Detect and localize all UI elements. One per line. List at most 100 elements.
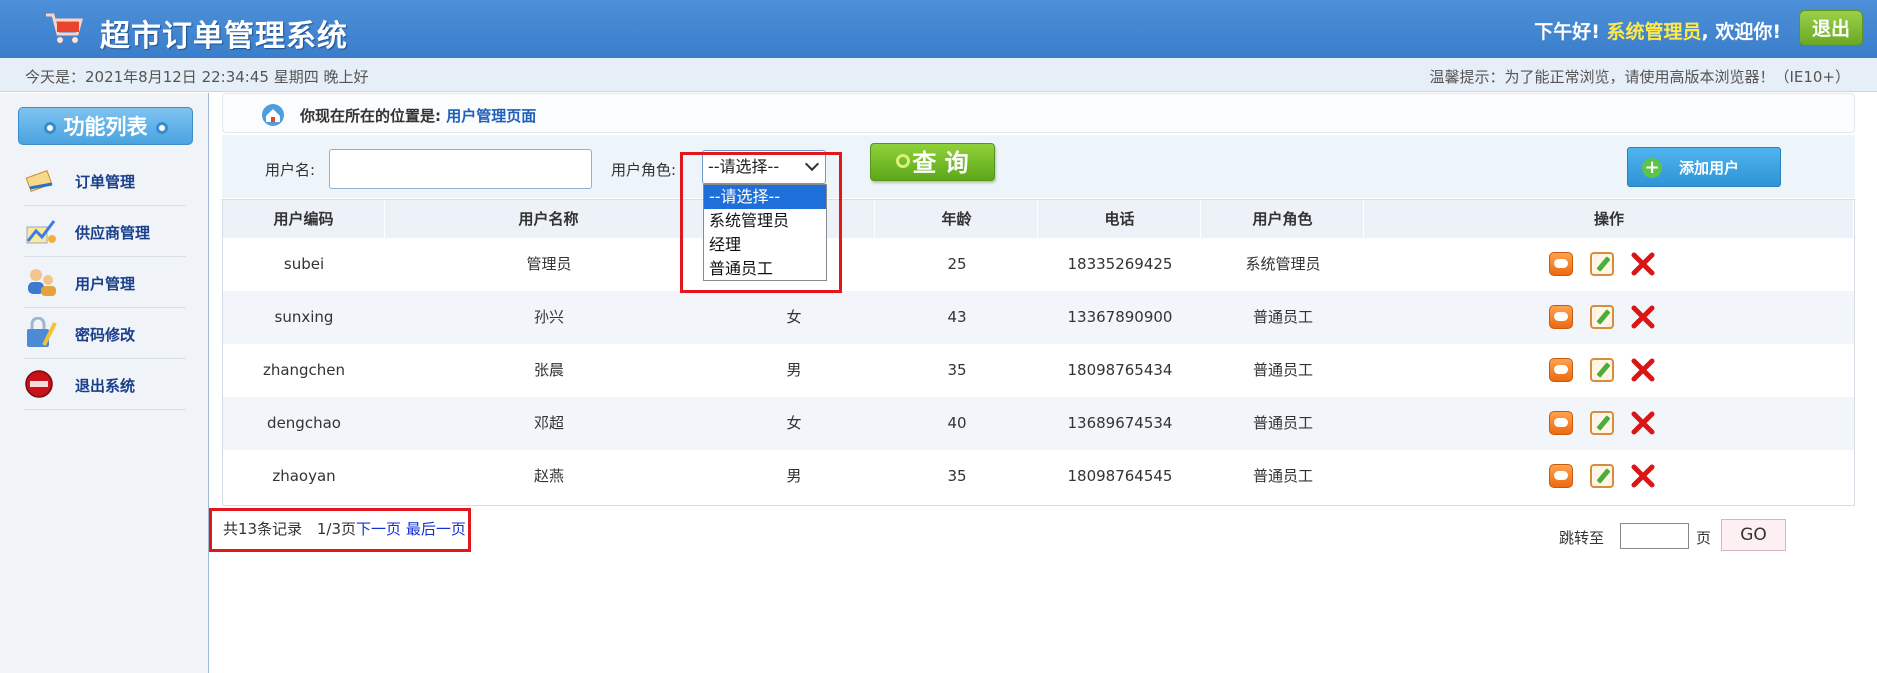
pagination-info: 共13条记录 1/3页下一页 最后一页	[223, 518, 466, 539]
cell-code: dengchao	[267, 414, 341, 432]
sidebar-item-providers[interactable]: 供应商管理	[24, 206, 186, 257]
role-select[interactable]: --请选择--	[702, 150, 826, 184]
delete-icon[interactable]	[1631, 252, 1655, 276]
column-header-phone: 电话	[1039, 200, 1201, 238]
next-page-link[interactable]: 下一页	[356, 520, 401, 538]
table-row: zhangchen 张晨 男 35 18098765434 普通员工	[223, 344, 1854, 397]
column-header-age: 年龄	[876, 200, 1038, 238]
breadcrumb-current[interactable]: 用户管理页面	[446, 107, 536, 125]
current-datetime: 今天是：2021年8月12日 22:34:45 星期四 晚上好	[25, 68, 369, 86]
edit-icon[interactable]	[1590, 464, 1614, 488]
view-icon[interactable]	[1549, 305, 1573, 329]
role-option[interactable]: 系统管理员	[704, 209, 826, 233]
cell-role: 普通员工	[1252, 414, 1313, 432]
cell-phone: 18098765434	[1067, 361, 1173, 379]
bullet-icon	[155, 122, 168, 134]
table-row: dengchao 邓超 女 40 13689674534 普通员工	[223, 397, 1854, 450]
cell-phone: 13367890900	[1067, 308, 1173, 326]
delete-icon[interactable]	[1631, 305, 1655, 329]
cell-phone: 18335269425	[1067, 255, 1173, 273]
sidebar-item-orders[interactable]: 订单管理	[24, 155, 186, 206]
cell-phone: 18098764545	[1067, 467, 1173, 485]
column-header-actions: 操作	[1365, 200, 1854, 238]
cell-name: 赵燕	[533, 467, 564, 485]
cell-age: 40	[947, 414, 967, 432]
page-unit-label: 页	[1696, 529, 1712, 547]
edit-icon[interactable]	[1590, 358, 1614, 382]
cell-age: 35	[947, 361, 967, 379]
role-dropdown-list: --请选择-- 系统管理员 经理 普通员工	[703, 184, 827, 281]
browser-tip: 温馨提示：为了能正常浏览，请使用高版本浏览器！（IE10+）	[1429, 68, 1850, 86]
column-header-name: 用户名称	[386, 200, 712, 238]
main-content: 你现在所在的位置是: 用户管理页面 用户名: 用户角色: --请选择-- 查 询…	[222, 93, 1855, 673]
search-icon	[896, 154, 911, 168]
cell-code: subei	[283, 255, 325, 273]
cell-role: 系统管理员	[1245, 255, 1321, 273]
order-icon	[25, 170, 53, 192]
cell-gender: 女	[786, 308, 802, 326]
view-icon[interactable]	[1549, 358, 1573, 382]
cell-phone: 13689674534	[1067, 414, 1173, 432]
info-bar: 今天是：2021年8月12日 22:34:45 星期四 晚上好 温馨提示：为了能…	[0, 58, 1877, 92]
view-icon[interactable]	[1549, 252, 1573, 276]
record-count: 共13条记录	[223, 520, 303, 538]
edit-icon[interactable]	[1590, 305, 1614, 329]
sidebar-item-label: 退出系统	[75, 377, 136, 395]
last-page-link[interactable]: 最后一页	[406, 520, 466, 538]
edit-icon[interactable]	[1590, 252, 1614, 276]
column-header-code: 用户编码	[223, 200, 385, 238]
cell-code: sunxing	[274, 308, 334, 326]
jump-page-input[interactable]	[1620, 523, 1689, 549]
greeting-suffix: , 欢迎你!	[1701, 21, 1782, 43]
query-button[interactable]: 查 询	[870, 143, 995, 181]
view-icon[interactable]	[1549, 411, 1573, 435]
role-option[interactable]: 普通员工	[704, 257, 826, 281]
table-row: zhaoyan 赵燕 男 35 18098764545 普通员工	[223, 450, 1854, 503]
breadcrumb: 你现在所在的位置是: 用户管理页面	[222, 93, 1855, 133]
cell-gender: 男	[786, 467, 802, 485]
role-label: 用户角色:	[611, 161, 677, 179]
users-icon	[28, 269, 56, 296]
page-indicator: 1/3页	[316, 520, 357, 538]
delete-icon[interactable]	[1631, 358, 1655, 382]
breadcrumb-text: 你现在所在的位置是: 用户管理页面	[300, 105, 536, 126]
add-user-button[interactable]: + 添加用户	[1627, 147, 1781, 187]
function-list-title: 功能列表	[18, 107, 193, 145]
sidebar-item-label: 供应商管理	[75, 224, 151, 242]
sidebar-item-label: 订单管理	[75, 173, 136, 191]
role-option[interactable]: --请选择--	[704, 185, 826, 209]
sidebar-item-logout[interactable]: 退出系统	[24, 359, 186, 410]
go-button[interactable]: GO	[1721, 519, 1786, 551]
app-header: 超市订单管理系统 下午好! 系统管理员, 欢迎你! 退出	[0, 0, 1877, 58]
query-label: 查 询	[912, 149, 969, 177]
greeting-prefix: 下午好!	[1534, 21, 1600, 43]
chevron-down-icon	[804, 156, 820, 172]
provider-icon	[26, 220, 56, 244]
cell-role: 普通员工	[1252, 467, 1313, 485]
view-icon[interactable]	[1549, 464, 1573, 488]
app-title: 超市订单管理系统	[100, 19, 348, 54]
edit-icon[interactable]	[1590, 411, 1614, 435]
greeting: 下午好! 系统管理员, 欢迎你!	[1534, 17, 1781, 44]
home-icon	[262, 104, 284, 126]
cell-name: 张晨	[533, 361, 564, 379]
cell-role: 普通员工	[1252, 308, 1313, 326]
password-lock-icon	[27, 317, 57, 347]
plus-icon: +	[1642, 158, 1662, 178]
shopping-cart-icon	[46, 13, 83, 43]
cell-gender: 女	[786, 414, 802, 432]
add-user-label: 添加用户	[1679, 159, 1740, 177]
sidebar-item-password[interactable]: 密码修改	[24, 308, 186, 359]
username-label: 用户名:	[265, 161, 316, 179]
column-header-role: 用户角色	[1202, 200, 1364, 238]
current-username: 系统管理员	[1606, 21, 1702, 43]
delete-icon[interactable]	[1631, 411, 1655, 435]
search-bar: 用户名: 用户角色: --请选择-- 查 询 + 添加用户	[222, 135, 1855, 198]
logout-button[interactable]: 退出	[1799, 10, 1863, 46]
role-option[interactable]: 经理	[704, 233, 826, 257]
jump-to-label: 跳转至	[1559, 529, 1605, 547]
username-input[interactable]	[329, 149, 592, 189]
sidebar-item-users[interactable]: 用户管理	[24, 257, 186, 308]
cell-name: 管理员	[526, 255, 572, 273]
delete-icon[interactable]	[1631, 464, 1655, 488]
